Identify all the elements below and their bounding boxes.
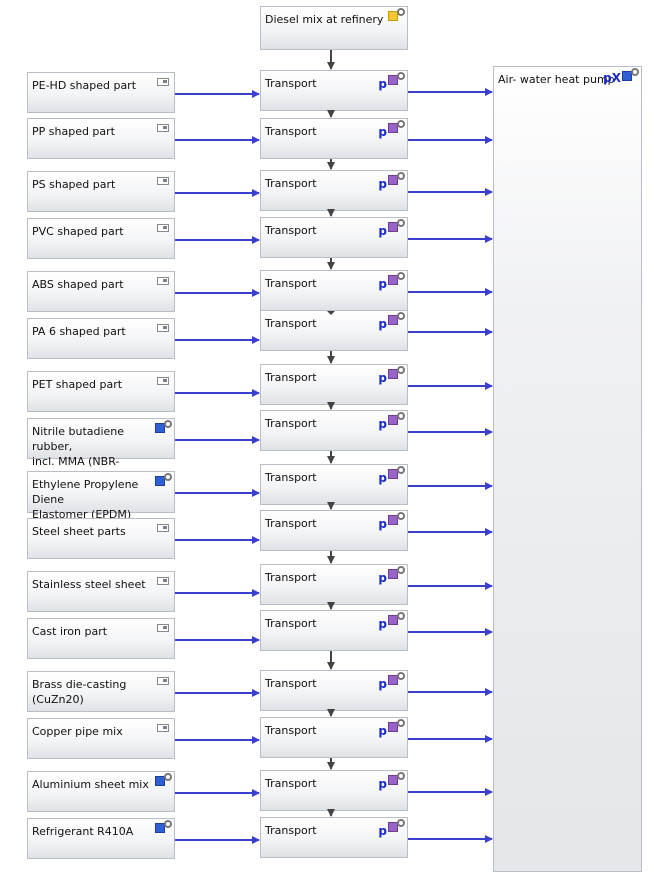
- connector-arrow: [327, 311, 335, 315]
- flow-arrows: [175, 50, 493, 844]
